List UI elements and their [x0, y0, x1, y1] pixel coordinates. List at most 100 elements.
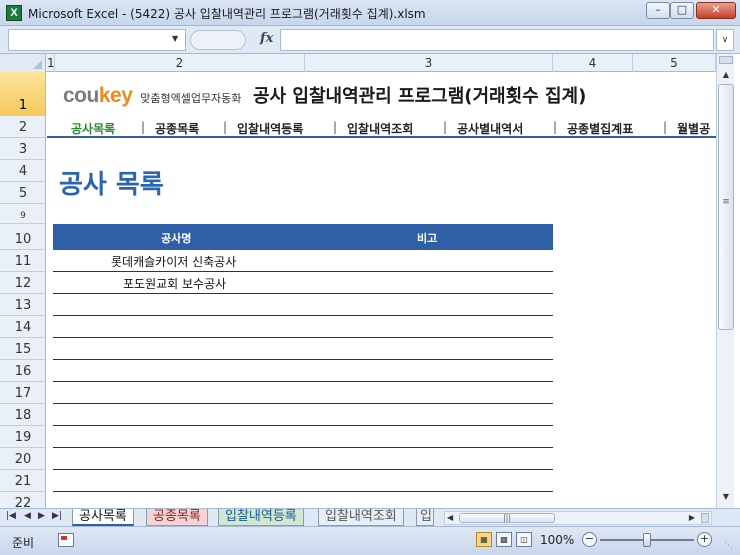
zoom-level[interactable]: 100% — [540, 533, 574, 547]
row-header-3[interactable]: 3 — [0, 138, 45, 160]
normal-view-icon[interactable]: ▦ — [476, 532, 492, 547]
table-row[interactable]: 포도원교회 보수공사 — [53, 272, 553, 294]
row-header-1[interactable]: 1 — [0, 72, 45, 116]
table-row[interactable] — [53, 316, 553, 338]
column-header-4[interactable]: 4 — [553, 54, 633, 72]
sheet-tab-bid-lookup[interactable]: 입찰내역조회 — [318, 509, 404, 526]
expand-formula-bar-icon[interactable]: ∨ — [716, 29, 734, 51]
window-title: Microsoft Excel - (5422) 공사 입찰내역관리 프로그램(… — [28, 7, 426, 21]
nav-link-work-type-summary[interactable]: 공종별집계표 — [567, 120, 633, 137]
brand-logo: coukey 맞춤형엑셀업무자동화 — [63, 84, 241, 108]
column-header-3[interactable]: 3 — [305, 54, 553, 72]
split-handle[interactable] — [701, 513, 709, 523]
prev-sheet-icon[interactable]: ◀ — [24, 511, 31, 521]
status-bar: 준비 ▦ ▩ ◫ 100% − + ⋱ — [0, 526, 740, 555]
scroll-left-icon[interactable]: ◀ — [447, 512, 453, 524]
column-header-5[interactable]: 5 — [633, 54, 716, 72]
row-header: 1 2 3 4 5 9 10 11 12 13 14 15 16 17 18 1… — [0, 72, 46, 508]
page-title: 공사 목록 — [59, 170, 164, 200]
first-sheet-icon[interactable]: |◀ — [6, 511, 16, 521]
column-header-2[interactable]: 2 — [55, 54, 305, 72]
row-header-18[interactable]: 18 — [0, 404, 45, 426]
column-header: 1 2 3 4 5 — [0, 54, 716, 72]
sheet-tab-bid-entry[interactable]: 입찰내역등록 — [218, 509, 304, 526]
row-header-16[interactable]: 16 — [0, 360, 45, 382]
project-name-cell[interactable]: 롯데캐슬카이저 신축공사 — [111, 253, 236, 270]
row-header-14[interactable]: 14 — [0, 316, 45, 338]
minimize-button[interactable]: – — [646, 2, 670, 19]
sheet-tab-project-list[interactable]: 공사목록 — [72, 509, 134, 526]
row-header-10[interactable]: 10 — [0, 224, 45, 250]
coukey-logo: coukey — [63, 84, 133, 107]
title-bar: X Microsoft Excel - (5422) 공사 입찰내역관리 프로그… — [0, 0, 740, 26]
sheet-nav: 공사목록 | 공종목록 | 입찰내역등록 | 입찰내역조회 | 공사별내역서 |… — [47, 116, 716, 138]
close-button[interactable]: ✕ — [696, 2, 736, 19]
row-header-22[interactable]: 22 — [0, 492, 45, 508]
row-header-12[interactable]: 12 — [0, 272, 45, 294]
scroll-up-icon[interactable]: ▲ — [719, 68, 733, 82]
zoom-in-icon[interactable]: + — [697, 532, 712, 547]
excel-icon[interactable]: X — [6, 5, 22, 21]
split-handle[interactable] — [719, 56, 733, 64]
scroll-down-icon[interactable]: ▼ — [719, 490, 733, 504]
row-header-2[interactable]: 2 — [0, 116, 45, 138]
nav-link-project-statement[interactable]: 공사별내역서 — [457, 120, 523, 137]
row-header-5[interactable]: 5 — [0, 182, 45, 204]
row-header-13[interactable]: 13 — [0, 294, 45, 316]
table-header: 공사명 비고 — [53, 224, 553, 250]
formula-input[interactable] — [280, 29, 714, 51]
status-ready: 준비 — [12, 536, 35, 550]
table-row[interactable] — [53, 404, 553, 426]
row-header-11[interactable]: 11 — [0, 250, 45, 272]
nav-link-bid-lookup[interactable]: 입찰내역조회 — [347, 120, 413, 137]
record-macro-icon[interactable] — [58, 533, 74, 547]
nav-link-bid-entry[interactable]: 입찰내역등록 — [237, 120, 303, 137]
table-row[interactable] — [53, 382, 553, 404]
table-row[interactable] — [53, 360, 553, 382]
vertical-scrollbar[interactable]: ▲ ≡ ▼ — [716, 54, 734, 508]
insert-function-icon[interactable]: fx — [260, 31, 273, 46]
page-layout-view-icon[interactable]: ▩ — [496, 532, 512, 547]
table-row[interactable] — [53, 448, 553, 470]
horizontal-scroll-thumb[interactable]: ||| — [459, 513, 555, 523]
nav-link-project-list[interactable]: 공사목록 — [71, 120, 115, 137]
last-sheet-icon[interactable]: ▶| — [52, 511, 62, 521]
column-header-1[interactable]: 1 — [47, 54, 55, 72]
worksheet-grid[interactable]: coukey 맞춤형엑셀업무자동화 공사 입찰내역관리 프로그램(거래횟수 집계… — [47, 72, 716, 508]
zoom-out-icon[interactable]: − — [582, 532, 597, 547]
table-row[interactable] — [53, 294, 553, 316]
name-box-dropdown-icon[interactable]: ▼ — [172, 34, 178, 43]
sheet-tab-truncated[interactable]: 입 — [416, 509, 434, 526]
row-header-17[interactable]: 17 — [0, 382, 45, 404]
sheet-tabs-bar: |◀ ◀ ▶ ▶| 공사목록 공종목록 입찰내역등록 입찰내역조회 입 ◀ ||… — [0, 508, 740, 526]
row-header-19[interactable]: 19 — [0, 426, 45, 448]
row-header-9[interactable]: 9 — [0, 204, 45, 224]
table-row[interactable] — [53, 470, 553, 492]
sheet-tab-work-type-list[interactable]: 공종목록 — [146, 509, 208, 526]
page-break-view-icon[interactable]: ◫ — [516, 532, 532, 547]
column-name-header: 공사명 — [161, 232, 192, 245]
horizontal-scrollbar[interactable]: ◀ ||| ▶ — [444, 511, 712, 525]
row-header-20[interactable]: 20 — [0, 448, 45, 470]
formula-buttons — [190, 30, 246, 50]
table-row[interactable] — [53, 338, 553, 360]
row-header-21[interactable]: 21 — [0, 470, 45, 492]
select-all-button[interactable] — [0, 54, 46, 72]
nav-link-work-type-list[interactable]: 공종목록 — [155, 120, 199, 137]
name-box[interactable] — [8, 29, 186, 51]
nav-link-monthly[interactable]: 월별공 — [677, 120, 710, 137]
scroll-right-icon[interactable]: ▶ — [689, 512, 695, 524]
table-row[interactable]: 롯데캐슬카이저 신축공사 — [53, 250, 553, 272]
row-header-4[interactable]: 4 — [0, 160, 45, 182]
formula-bar: ▼ fx ∨ — [0, 26, 740, 54]
app-heading: 공사 입찰내역관리 프로그램(거래횟수 집계) — [253, 86, 587, 107]
project-name-cell[interactable]: 포도원교회 보수공사 — [123, 275, 226, 292]
table-row[interactable] — [53, 426, 553, 448]
row-header-15[interactable]: 15 — [0, 338, 45, 360]
next-sheet-icon[interactable]: ▶ — [38, 511, 45, 521]
vertical-scroll-thumb[interactable]: ≡ — [718, 84, 734, 330]
brand-tagline: 맞춤형엑셀업무자동화 — [140, 92, 242, 105]
resize-grip-icon[interactable]: ⋱ — [724, 541, 736, 553]
maximize-button[interactable]: □ — [670, 2, 694, 19]
zoom-slider-thumb[interactable] — [643, 533, 651, 547]
